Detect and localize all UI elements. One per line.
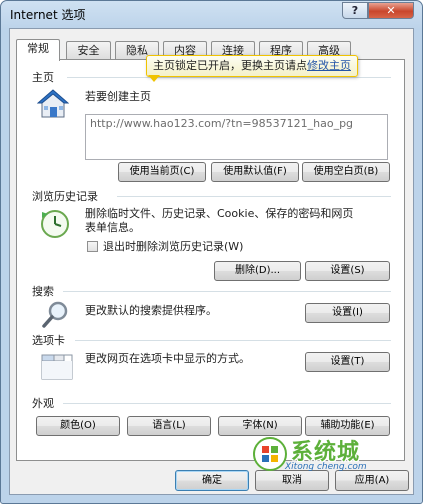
history-description-line2: 表单信息。 xyxy=(85,221,140,234)
search-divider xyxy=(63,291,391,292)
tooltip-text: 主页锁定已开启，更换主页请点 xyxy=(153,59,307,72)
internet-options-window: Internet 选项 ? ✕ 常规 安全 隐私 内容 连接 程序 高级 主页 xyxy=(0,0,423,504)
homepage-section-label: 主页 xyxy=(32,71,54,84)
history-settings-button[interactable]: 设置(S) xyxy=(305,261,390,281)
homepage-url-text: http://www.hao123.com/?tn=98537121_hao_p… xyxy=(90,117,354,130)
modify-homepage-link[interactable]: 修改主页 xyxy=(307,59,351,72)
delete-history-button[interactable]: 删除(D)... xyxy=(214,261,301,281)
homepage-url-field[interactable]: http://www.hao123.com/?tn=98537121_hao_p… xyxy=(85,114,388,160)
history-divider xyxy=(117,196,391,197)
appearance-divider xyxy=(63,403,391,404)
tabs-description: 更改网页在选项卡中显示的方式。 xyxy=(85,352,250,365)
tabs-settings-button[interactable]: 设置(T) xyxy=(305,352,390,372)
homepage-lock-tooltip: 主页锁定已开启，更换主页请点修改主页 xyxy=(146,55,358,77)
languages-button[interactable]: 语言(L) xyxy=(127,416,211,436)
windows-logo-icon xyxy=(253,437,287,474)
ok-button[interactable]: 确定 xyxy=(175,470,249,491)
colors-button[interactable]: 颜色(O) xyxy=(36,416,120,436)
history-description-line1: 删除临时文件、历史记录、Cookie、保存的密码和网页 xyxy=(85,207,354,220)
tabs-divider xyxy=(75,340,391,341)
use-blank-button[interactable]: 使用空白页(B) xyxy=(302,162,390,182)
history-clock-icon xyxy=(39,208,71,243)
watermark-subtext: Xitong cheng.com xyxy=(285,462,367,472)
use-default-button[interactable]: 使用默认值(F) xyxy=(211,162,299,182)
delete-on-exit-checkbox[interactable] xyxy=(87,241,98,252)
history-section-label: 浏览历史记录 xyxy=(32,190,98,203)
search-settings-button[interactable]: 设置(I) xyxy=(305,303,390,323)
tab-security[interactable]: 安全 xyxy=(66,41,111,60)
delete-on-exit-label[interactable]: 退出时删除浏览历史记录(W) xyxy=(103,240,243,254)
appearance-section-label: 外观 xyxy=(32,397,54,410)
title-bar[interactable]: Internet 选项 ? ✕ xyxy=(1,1,422,29)
tabs-window-icon xyxy=(41,351,73,384)
tooltip-arrow xyxy=(148,75,160,82)
homepage-divider xyxy=(67,77,391,78)
homepage-instruction: 若要创建主页 xyxy=(85,90,151,103)
use-current-button[interactable]: 使用当前页(C) xyxy=(118,162,206,182)
search-section-label: 搜索 xyxy=(32,285,54,298)
general-tab-panel: 主页 若要创建主页 http://www.hao123.com/?tn=9853… xyxy=(16,59,405,461)
site-watermark: 系统城 Xitong cheng.com xyxy=(239,437,389,477)
tabs-section-label: 选项卡 xyxy=(32,334,65,347)
search-description: 更改默认的搜索提供程序。 xyxy=(85,304,217,317)
tab-general[interactable]: 常规 xyxy=(16,39,60,61)
home-icon xyxy=(36,88,70,123)
fonts-button[interactable]: 字体(N) xyxy=(218,416,302,436)
help-button[interactable]: ? xyxy=(342,2,368,19)
accessibility-button[interactable]: 辅助功能(E) xyxy=(305,416,390,436)
window-title: Internet 选项 xyxy=(10,8,86,22)
magnifier-icon xyxy=(41,299,71,332)
close-button[interactable]: ✕ xyxy=(368,2,414,19)
dialog-client-area: 常规 安全 隐私 内容 连接 程序 高级 主页 若要创建主页 http://ww… xyxy=(9,28,414,495)
